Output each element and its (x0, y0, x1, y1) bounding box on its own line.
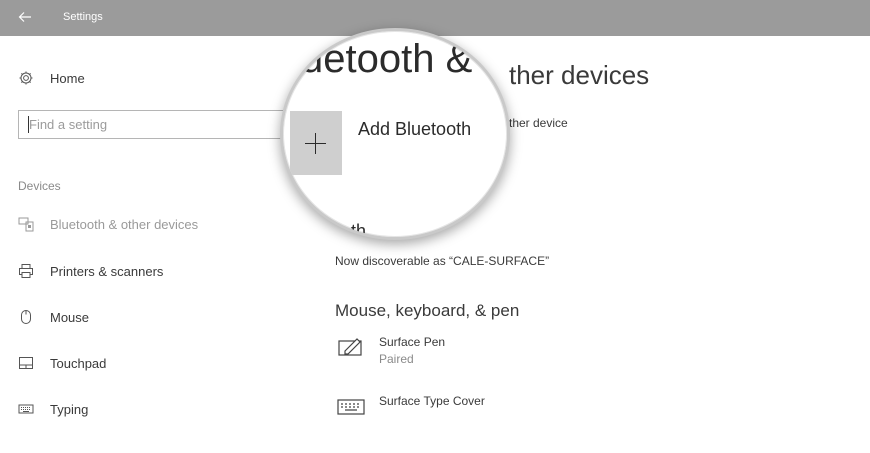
magnified-fragment: th (351, 221, 367, 240)
keyboard-icon (337, 399, 365, 415)
printer-icon (19, 264, 33, 278)
mouse-keyboard-pen-heading: Mouse, keyboard, & pen (335, 301, 520, 320)
sidebar-item-label: Mouse (50, 309, 90, 325)
discoverable-status: Now discoverable as “CALE-SURFACE” (335, 254, 550, 268)
bluetooth-devices-icon (18, 217, 34, 232)
magnifier-lens: uetooth & Add Bluetooth th (280, 28, 510, 240)
device-status: Paired (379, 352, 414, 366)
add-device-button[interactable] (290, 111, 342, 175)
gear-icon (19, 71, 33, 85)
back-arrow-icon[interactable] (17, 9, 33, 25)
page-title: ther devices (509, 60, 650, 90)
mouse-icon (21, 310, 31, 324)
keyboard-icon (18, 404, 34, 414)
title-bar: Settings (0, 0, 870, 36)
sidebar-item-label: Touchpad (50, 355, 107, 371)
sidebar-item-label: Bluetooth & other devices (50, 216, 199, 232)
magnified-add-label[interactable]: Add Bluetooth (358, 119, 471, 140)
pen-icon (338, 338, 362, 356)
search-placeholder: Find a setting (29, 117, 108, 132)
sidebar-item-typing[interactable]: Typing (18, 398, 88, 420)
sidebar-item-touchpad[interactable]: Touchpad (18, 352, 106, 374)
device-name: Surface Pen (379, 335, 446, 349)
touchpad-icon (19, 357, 33, 369)
device-surface-pen[interactable]: Surface Pen Paired (337, 335, 445, 366)
device-name: Surface Type Cover (379, 394, 485, 408)
sidebar-item-label: Typing (50, 401, 89, 417)
sidebar-item-label: Printers & scanners (50, 263, 164, 279)
sidebar-item-bluetooth[interactable]: Bluetooth & other devices (18, 213, 198, 235)
add-device-label[interactable]: ther device (509, 116, 568, 130)
sidebar-section-devices: Devices (18, 179, 61, 193)
window-title: Settings (63, 11, 103, 23)
magnified-title: uetooth & (301, 37, 473, 81)
home-label: Home (50, 70, 85, 86)
plus-icon-vertical (315, 133, 316, 154)
sidebar-item-mouse[interactable]: Mouse (18, 306, 89, 328)
sidebar-item-printers[interactable]: Printers & scanners (18, 260, 163, 282)
sidebar-home[interactable]: Home (18, 68, 85, 88)
search-input[interactable]: Find a setting (18, 110, 293, 139)
device-surface-type-cover[interactable]: Surface Type Cover (337, 394, 485, 416)
